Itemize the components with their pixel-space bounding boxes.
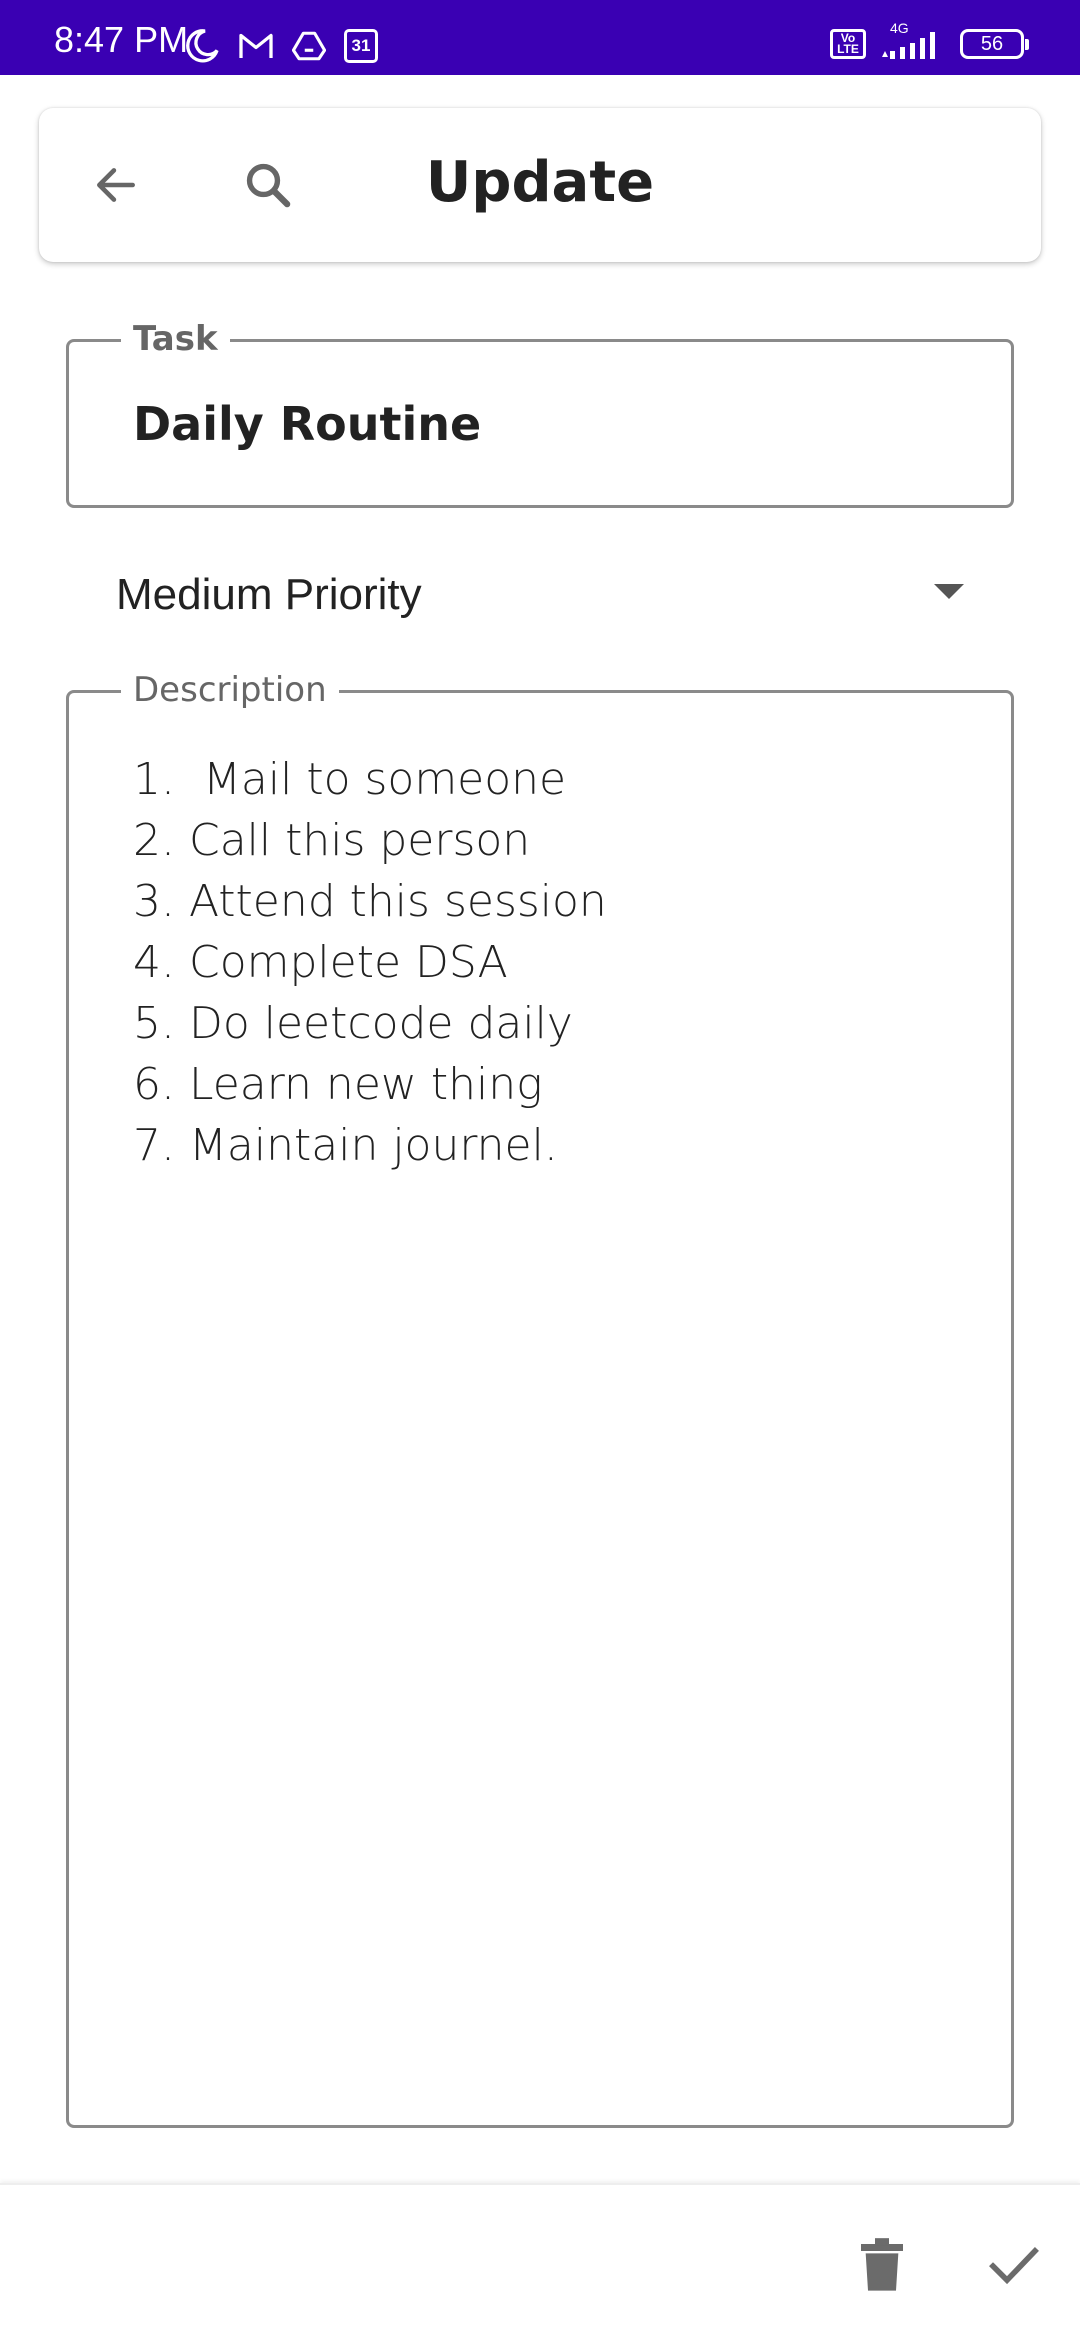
bottom-action-bar (0, 2183, 1080, 2340)
save-button[interactable] (978, 2229, 1050, 2301)
description-input[interactable]: 1. Mail to someone 2. Call this person 3… (133, 749, 981, 1176)
task-label: Task (121, 318, 230, 360)
priority-selected-value: Medium Priority (116, 570, 422, 619)
dropdown-arrow-icon (934, 584, 964, 599)
moon-icon (186, 29, 219, 63)
system-icons: Vo LTE 4G 56 (816, 21, 1029, 64)
trash-icon (861, 2238, 903, 2291)
description-field[interactable]: Description 1. Mail to someone 2. Call t… (66, 669, 1014, 2128)
task-field[interactable]: Task Daily Routine (66, 318, 1014, 508)
volte-icon: Vo LTE (830, 29, 866, 59)
status-bar: 8:47 PM 31 Vo LTE 4G 56 (0, 0, 1080, 75)
gmail-icon (239, 33, 273, 58)
priority-dropdown[interactable]: Medium Priority (66, 555, 1014, 635)
task-input[interactable]: Daily Routine (133, 394, 481, 454)
status-time: 8:47 PM (54, 19, 189, 60)
check-icon (989, 2247, 1039, 2285)
page-title: Update (425, 150, 655, 215)
app-bar: Update (39, 108, 1041, 262)
delete-button[interactable] (846, 2229, 918, 2301)
drive-icon (292, 31, 326, 61)
signal-icon: 4G (880, 21, 946, 61)
notification-icons: 31 (184, 26, 378, 66)
battery-icon: 56 (960, 29, 1029, 59)
description-label: Description (121, 669, 339, 711)
calendar-icon: 31 (344, 29, 378, 63)
